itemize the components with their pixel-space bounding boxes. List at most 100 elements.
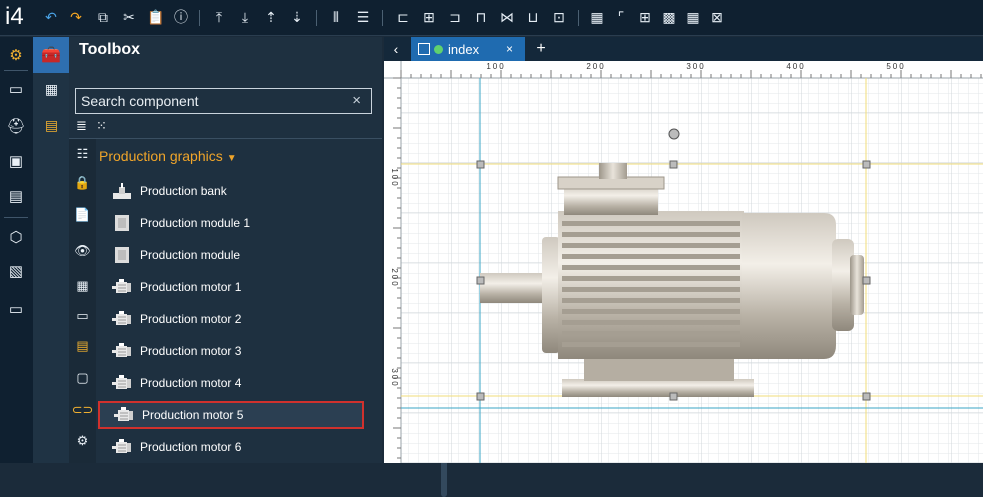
rotate-handle[interactable] — [668, 128, 680, 140]
redo-icon[interactable]: ↷ — [68, 9, 84, 25]
link-category-icon[interactable]: ⊂⊃ — [72, 401, 94, 418]
window-category-icon[interactable]: ▢ — [74, 369, 91, 386]
status-dot — [434, 44, 443, 54]
distribute-v-icon[interactable]: ☰ — [355, 9, 371, 25]
ruler-left-label: 200 — [390, 268, 399, 287]
tab-label: index — [448, 41, 480, 57]
properties-panel-icon[interactable]: ▤ — [43, 117, 60, 134]
align-left-icon[interactable]: ⊏ — [395, 9, 411, 25]
lock-category-icon[interactable]: 🔒 — [74, 174, 91, 191]
align-bottom-edge-icon[interactable]: ⊔ — [525, 9, 541, 25]
package-icon[interactable]: ⬡ — [7, 228, 25, 246]
resize-handle[interactable] — [862, 276, 871, 285]
motor-icon — [111, 278, 133, 296]
toolbox-panel-button[interactable]: 🧰 — [33, 37, 69, 73]
resize-handle[interactable] — [476, 392, 485, 401]
align-top-edge-icon[interactable]: ⊓ — [473, 9, 489, 25]
component-item[interactable]: Production motor 1 — [98, 273, 364, 301]
design-canvas[interactable]: 100 200 300 400 500 100 200 300 — [384, 61, 983, 463]
grid-view-icon[interactable]: ⁙ — [96, 119, 110, 133]
table-category-icon[interactable]: ▤ — [74, 337, 91, 354]
toolbox-divider — [69, 138, 382, 139]
component-item[interactable]: Production module — [98, 241, 364, 269]
resize-handle[interactable] — [669, 392, 678, 401]
component-item[interactable]: Production module 1 — [98, 209, 364, 237]
align-right-icon[interactable]: ⊐ — [447, 9, 463, 25]
canvas-svg[interactable]: 100 200 300 400 500 100 200 300 — [384, 61, 983, 463]
component-item[interactable]: Production motor 2 — [98, 305, 364, 333]
undo-icon[interactable]: ↶ — [43, 9, 59, 25]
chevron-left-icon: ‹ — [393, 41, 399, 57]
snap-guides-icon[interactable]: ▦ — [685, 9, 701, 25]
ruler-icon[interactable]: ⌜ — [613, 9, 629, 25]
list-category-icon[interactable]: ☷ — [74, 145, 91, 162]
archive-icon[interactable]: ▭ — [7, 300, 25, 318]
align-center-icon[interactable]: ⊞ — [421, 9, 437, 25]
align-top-icon[interactable]: ⤒ — [211, 9, 227, 25]
search-input[interactable]: Search component × — [75, 88, 372, 114]
align-bottom-icon[interactable]: ⤓ — [237, 9, 253, 25]
settings-icon[interactable]: ⚙ — [7, 46, 25, 64]
group-title[interactable]: Production graphics ▼ — [99, 148, 237, 164]
distribute-h-icon[interactable]: ⦀ — [328, 9, 344, 25]
component-item-label: Production motor 5 — [142, 408, 244, 422]
tree-panel-icon[interactable]: ▦ — [43, 81, 60, 98]
rail-separator — [4, 217, 28, 218]
send-backward-icon[interactable]: ⇣ — [289, 9, 305, 25]
frame-category-icon[interactable]: ▭ — [74, 307, 91, 324]
close-tab-icon[interactable]: × — [506, 42, 513, 56]
component-item[interactable]: Production motor 4 — [98, 369, 364, 397]
monitor-settings-icon[interactable]: ▧ — [7, 262, 25, 280]
fit-icon[interactable]: ⊠ — [709, 9, 725, 25]
motor-flange — [542, 237, 560, 353]
motor-icon — [111, 342, 133, 360]
snap-objects-icon[interactable]: ▩ — [661, 9, 677, 25]
tab-back-button[interactable]: ‹ — [384, 37, 408, 61]
rail-separator — [4, 70, 28, 71]
toolbar-separator — [316, 10, 317, 26]
rear-hub — [850, 255, 864, 315]
grid-icon[interactable]: ▦ — [589, 9, 605, 25]
add-tab-button[interactable]: + — [529, 37, 553, 61]
motor-fin — [562, 320, 740, 325]
motor-fin — [562, 243, 740, 248]
gears-category-icon[interactable]: ⚙ — [74, 432, 91, 449]
search-input-text[interactable]: Search component — [81, 93, 199, 109]
document-category-icon[interactable]: 📄 — [74, 206, 91, 223]
resize-handle[interactable] — [669, 160, 678, 169]
building-category-icon[interactable]: ▦ — [74, 277, 91, 294]
component-item-label: Production module 1 — [140, 216, 251, 230]
clear-search-icon[interactable]: × — [352, 92, 361, 109]
dashboard-icon[interactable]: ▭ — [7, 80, 25, 98]
component-item[interactable]: Production motor 3 — [98, 337, 364, 365]
category-rail: ☷ 🔒 📄 👁 ▦ ▭ ▤ ▢ ⊂⊃ ⚙ — [69, 139, 96, 463]
screen-icon[interactable]: ▣ — [7, 152, 25, 170]
align-grid-icon[interactable]: ⊡ — [551, 9, 567, 25]
server-icon[interactable]: ▤ — [7, 187, 25, 205]
copy-icon[interactable]: ⧉ — [95, 9, 111, 25]
bring-forward-icon[interactable]: ⇡ — [263, 9, 279, 25]
component-item[interactable]: Production motor 5 — [98, 401, 364, 429]
resize-handle[interactable] — [862, 392, 871, 401]
fan-cover — [742, 213, 836, 359]
list-view-icon[interactable]: ≣ — [76, 119, 90, 133]
motor-fin — [562, 287, 740, 292]
align-middle-icon[interactable]: ⋈ — [499, 9, 515, 25]
motor-fin — [562, 254, 740, 259]
motor-base — [562, 379, 754, 397]
component-item[interactable]: Production motor 6 — [98, 433, 364, 461]
tab-index[interactable]: index × — [411, 37, 525, 61]
paste-icon[interactable]: 📋 — [147, 9, 164, 25]
cut-icon[interactable]: ✂ — [121, 9, 137, 25]
resize-handle[interactable] — [862, 160, 871, 169]
snap-grid-icon[interactable]: ⊞ — [637, 9, 653, 25]
motor-fin — [562, 265, 740, 270]
eye-category-icon[interactable]: 👁 — [74, 242, 91, 259]
info-icon[interactable]: ⓘ — [173, 9, 189, 25]
page-icon — [418, 43, 430, 55]
resize-handle[interactable] — [476, 276, 485, 285]
component-item[interactable]: Production bank — [98, 177, 364, 205]
helmet-icon[interactable]: ⛑ — [6, 117, 25, 135]
production-bank-icon — [111, 182, 133, 200]
resize-handle[interactable] — [476, 160, 485, 169]
